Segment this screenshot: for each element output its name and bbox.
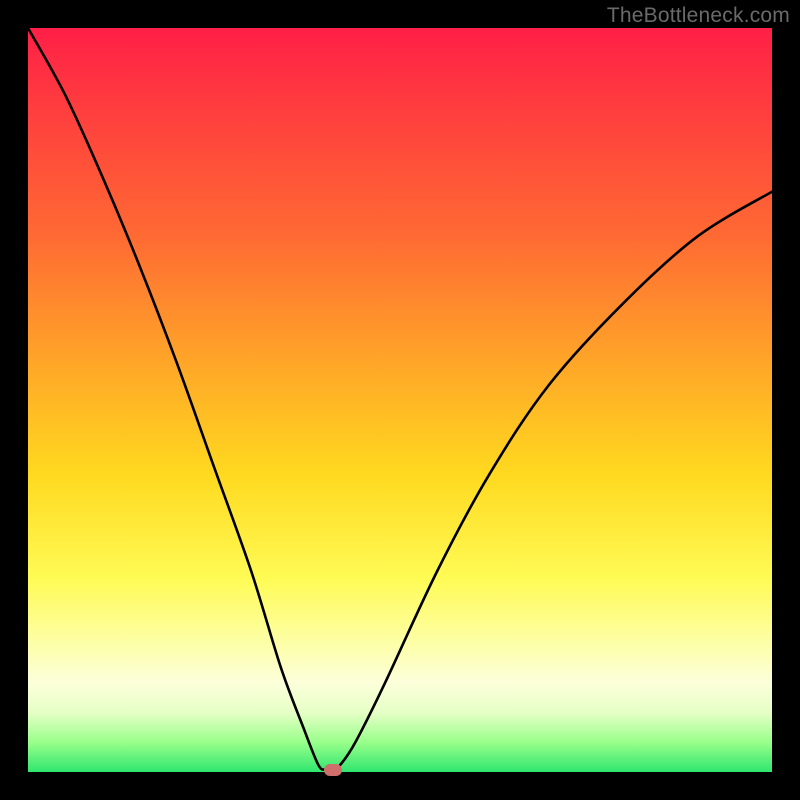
chart-frame: TheBottleneck.com	[0, 0, 800, 800]
bottleneck-curve	[28, 28, 772, 772]
watermark-text: TheBottleneck.com	[607, 4, 790, 28]
optimal-point-marker	[324, 764, 342, 776]
plot-area	[28, 28, 772, 772]
